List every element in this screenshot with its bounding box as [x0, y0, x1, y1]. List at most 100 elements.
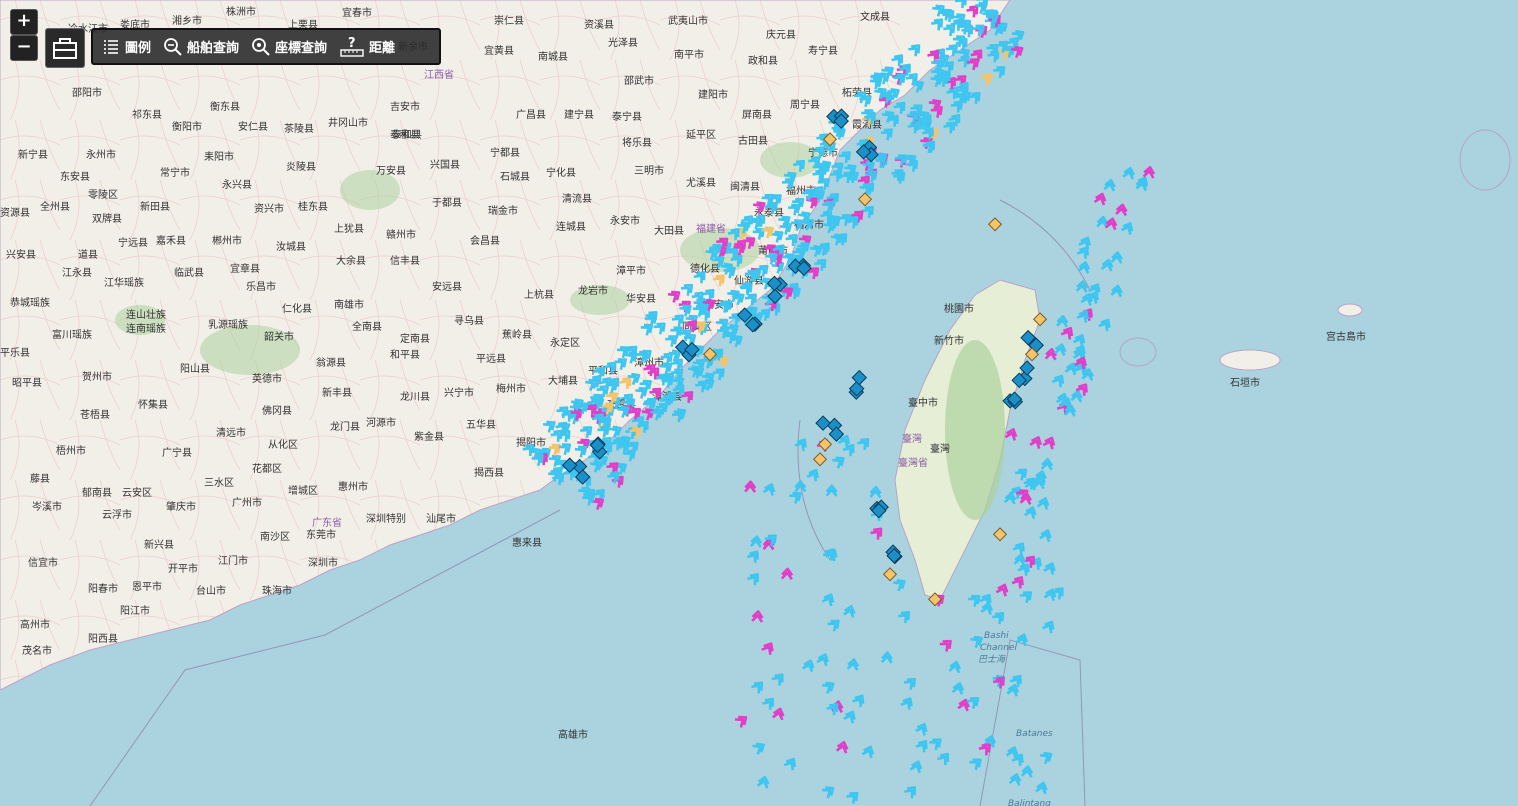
- place-label: 泰宁县: [612, 110, 642, 123]
- place-label: 政和县: [748, 54, 778, 67]
- magnifier-minus-icon: [164, 37, 182, 56]
- province-label: 福建省: [696, 222, 726, 235]
- magnifier-icon: [252, 37, 270, 56]
- place-label: 新兴县: [144, 538, 174, 551]
- place-label: 建宁县: [564, 108, 594, 121]
- place-label: 兴宁市: [444, 386, 474, 399]
- place-label: 英德市: [252, 372, 282, 385]
- coord-query-button[interactable]: 座標查詢: [251, 37, 327, 57]
- place-label: 汕尾市: [426, 512, 456, 525]
- place-label: 寻乌县: [454, 314, 484, 327]
- place-label: 寿宁县: [808, 44, 838, 57]
- place-label: 开平市: [168, 562, 198, 575]
- place-label: 双牌县: [92, 212, 122, 225]
- place-label: 宜黄县: [484, 44, 514, 57]
- place-label: 南城县: [538, 50, 568, 63]
- place-label: 大余县: [336, 254, 366, 267]
- place-label: 道县: [78, 248, 98, 261]
- place-label: 臺灣: [930, 442, 950, 455]
- distance-button[interactable]: ? 距離: [339, 36, 395, 58]
- place-label: 高雄市: [558, 728, 588, 741]
- place-label: 永州市: [86, 148, 116, 161]
- place-label: 揭西县: [474, 466, 504, 479]
- place-label: 华安县: [626, 292, 656, 305]
- place-label: 韶关市: [264, 330, 294, 343]
- ruler-question-icon: ?: [340, 36, 364, 57]
- place-label: 云浮市: [102, 508, 132, 521]
- place-label: 乐昌市: [246, 280, 276, 293]
- place-label: 宁远县: [118, 236, 148, 249]
- place-label: 仁化县: [282, 302, 312, 315]
- sea-label: 巴士海: [978, 654, 1007, 665]
- place-label: 株洲市: [226, 5, 256, 18]
- taiwan-mountains: [945, 340, 1005, 520]
- map-toolbar: 圖例 船舶查詢 座標查詢 ? 距離: [91, 28, 441, 65]
- place-label: 连山壮族: [126, 308, 166, 321]
- place-label: 深圳市: [308, 556, 338, 569]
- place-label: 三水区: [204, 477, 234, 489]
- place-label: 新田县: [140, 200, 170, 213]
- place-label: 定南县: [400, 332, 430, 345]
- place-label: 龙门县: [330, 420, 360, 433]
- place-label: 上犹县: [334, 223, 364, 235]
- place-label: 文成县: [860, 10, 890, 23]
- place-label: 龙岩市: [578, 284, 608, 297]
- toolbox-button[interactable]: [45, 28, 85, 68]
- place-label: 石垣市: [1230, 376, 1260, 389]
- place-label: 三明市: [634, 164, 664, 177]
- place-label: 平远县: [476, 353, 506, 365]
- place-label: 尤溪县: [686, 176, 716, 189]
- place-label: 怀集县: [138, 398, 168, 411]
- svg-text:?: ?: [348, 36, 356, 51]
- province-label: 臺灣省: [898, 456, 928, 469]
- province-label: 广东省: [312, 516, 342, 529]
- place-label: 新宁县: [18, 148, 48, 161]
- ship-query-button[interactable]: 船舶查詢: [163, 37, 239, 57]
- place-label: 珠海市: [262, 584, 292, 597]
- place-label: 东莞市: [306, 528, 336, 541]
- legend-button[interactable]: 圖例: [101, 37, 151, 57]
- place-label: 阳江市: [120, 604, 150, 617]
- place-label: 贺州市: [82, 370, 112, 383]
- place-label: 茂名市: [22, 644, 52, 657]
- place-label: 光泽县: [608, 36, 638, 49]
- place-label: 永兴县: [222, 178, 252, 191]
- place-label: 增城区: [288, 484, 318, 497]
- place-label: 湘乡市: [172, 14, 202, 27]
- coord-query-label: 座標查詢: [275, 41, 328, 56]
- map-canvas[interactable]: 冷水江市娄底市湘乡市株洲市上栗县宜春市新余市崇仁县宜黄县南城县资溪县光泽县武夷山…: [0, 0, 1518, 806]
- place-label: 广州市: [232, 496, 262, 509]
- sea-label: Balintang: [1008, 799, 1051, 806]
- place-label: 临武县: [174, 266, 204, 279]
- place-label: 永安市: [610, 214, 640, 227]
- place-label: 大田县: [654, 224, 684, 237]
- place-label: 花都区: [252, 462, 282, 475]
- zoom-in-button[interactable]: +: [10, 9, 38, 35]
- place-label: 衡东县: [210, 100, 240, 113]
- zoom-out-button[interactable]: −: [10, 35, 38, 61]
- place-label: 大埔县: [548, 374, 578, 387]
- place-label: 漳平市: [616, 264, 646, 277]
- place-label: 上杭县: [524, 288, 554, 301]
- place-label: 将乐县: [622, 137, 652, 149]
- place-label: 新丰县: [322, 386, 352, 399]
- place-label: 会昌县: [470, 234, 500, 247]
- place-label: 宜章县: [230, 262, 260, 275]
- province-label: 臺灣: [902, 432, 922, 445]
- place-label: 蕉岭县: [502, 328, 532, 341]
- place-label: 赣州市: [386, 228, 416, 241]
- place-label: 藤县: [30, 473, 50, 485]
- place-label: 乳源瑶族: [208, 318, 248, 331]
- place-label: 南平市: [674, 48, 704, 61]
- place-label: 昭平县: [12, 377, 42, 389]
- place-label: 安远县: [432, 280, 462, 293]
- place-label: 邵阳市: [72, 86, 102, 99]
- place-label: 广宁县: [162, 446, 192, 459]
- place-label: 延平区: [686, 129, 716, 141]
- place-label: 平乐县: [0, 347, 30, 359]
- place-label: 河源市: [366, 416, 396, 429]
- place-label: 资溪县: [584, 19, 614, 31]
- toolbox-icon: [53, 38, 77, 59]
- place-label: 肇庆市: [166, 500, 196, 513]
- place-label: 兴安县: [6, 248, 36, 261]
